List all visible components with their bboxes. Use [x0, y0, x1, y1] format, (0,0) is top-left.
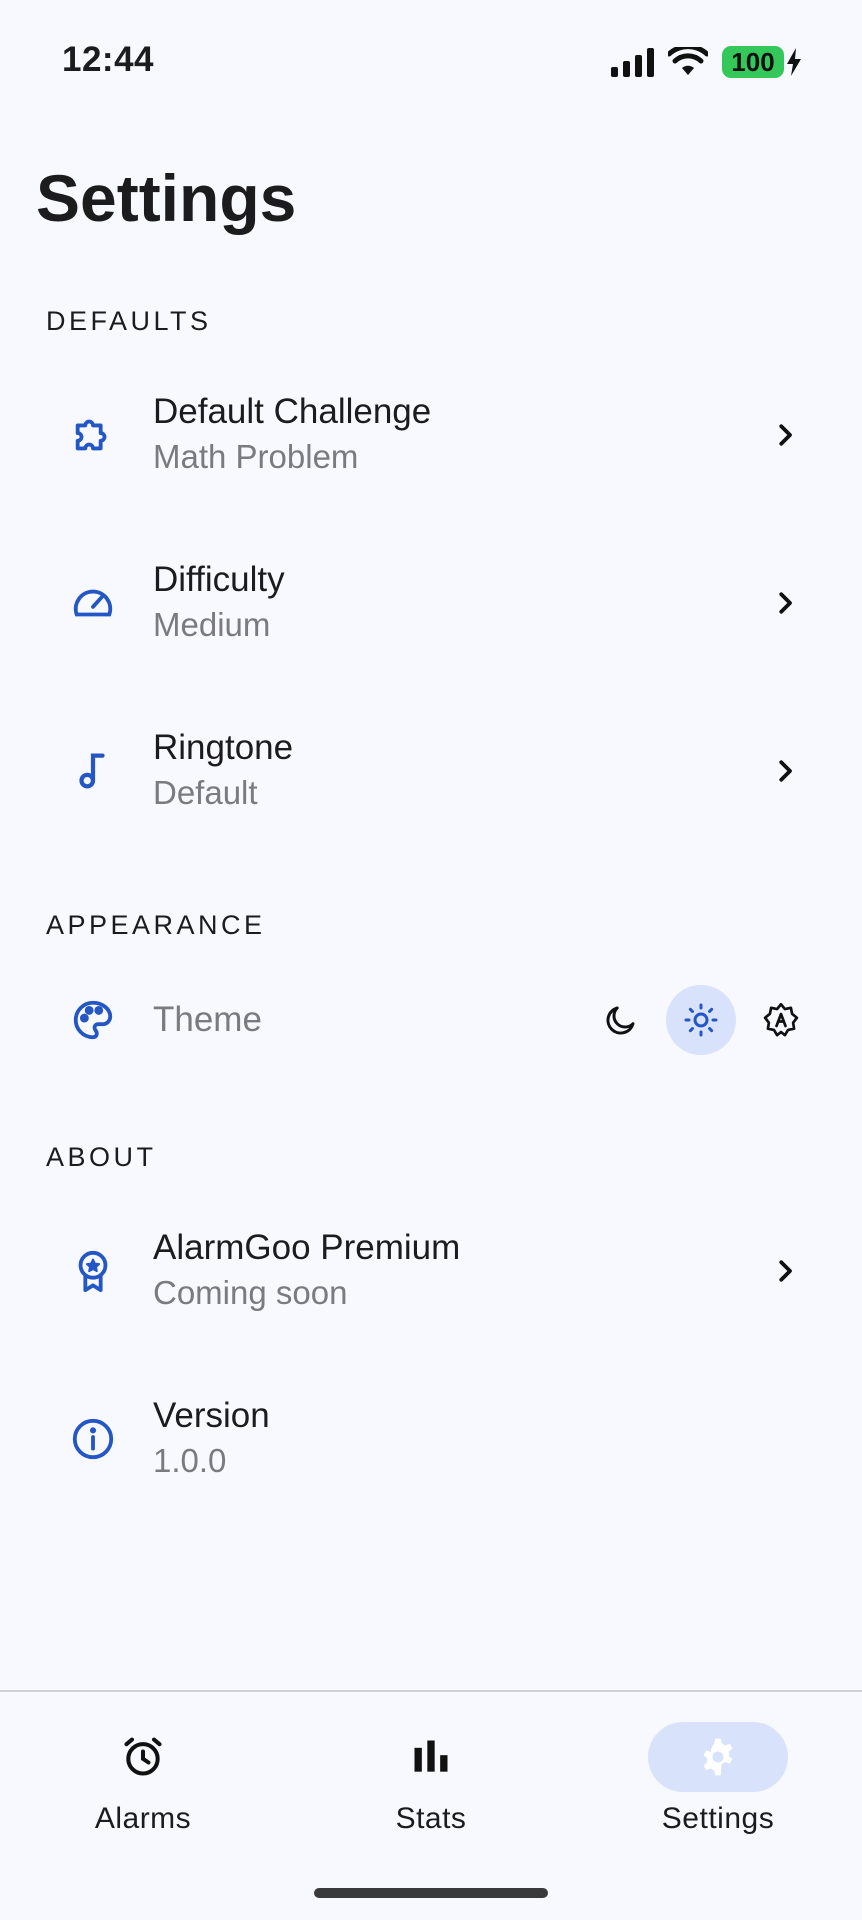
page-title: Settings [36, 161, 297, 235]
speedometer-icon [70, 580, 116, 626]
moon-icon [606, 1006, 635, 1035]
chevron-right-icon [770, 1256, 800, 1286]
row-title: Ringtone [153, 728, 294, 767]
battery-level: 100 [722, 46, 784, 78]
chevron-right-icon [770, 756, 800, 786]
row-text: Difficulty Medium [153, 558, 285, 648]
wifi-icon [668, 47, 708, 75]
row-subtitle: Default [153, 774, 258, 811]
row-text: AlarmGoo Premium Coming soon [153, 1226, 460, 1316]
chevron-right-icon [770, 420, 800, 450]
section-header-about: ABOUT [46, 1142, 157, 1172]
cellular-signal-icon [611, 47, 654, 77]
default-challenge-row[interactable]: Default Challenge Math Problem [46, 360, 816, 510]
row-text: Default Challenge Math Problem [153, 390, 431, 480]
row-subtitle: Medium [153, 606, 271, 643]
gear-icon [703, 1738, 733, 1776]
row-title: Difficulty [153, 560, 285, 599]
status-bar: 12:44 100 [0, 0, 862, 130]
nav-item-settings[interactable]: Settings [618, 1722, 818, 1836]
row-text: Ringtone Default [153, 726, 293, 816]
bottom-navigation: Alarms Stats Settings [0, 1690, 862, 1920]
theme-row: Theme [46, 945, 816, 1095]
row-title: Default Challenge [153, 392, 432, 431]
info-icon [70, 1416, 116, 1462]
row-title: AlarmGoo Premium [153, 1228, 461, 1267]
difficulty-row[interactable]: Difficulty Medium [46, 528, 816, 678]
chevron-right-icon [770, 588, 800, 618]
status-icons: 100 [611, 46, 802, 78]
battery-icon: 100 [722, 46, 802, 78]
charging-bolt-icon [787, 48, 801, 76]
auto-theme-button[interactable] [746, 985, 816, 1055]
light-theme-button[interactable] [666, 985, 736, 1055]
nav-label: Settings [661, 1802, 775, 1835]
home-indicator[interactable] [314, 1888, 548, 1898]
premium-row[interactable]: AlarmGoo Premium Coming soon [46, 1196, 816, 1346]
status-time: 12:44 [62, 40, 155, 79]
nav-label: Alarms [94, 1802, 192, 1835]
settings-screen: 12:44 100 Settings DEFAULTS Default Chal… [0, 0, 862, 1920]
nav-item-stats[interactable]: Stats [331, 1722, 531, 1836]
nav-pill [73, 1722, 213, 1792]
row-title: Version [153, 1396, 270, 1435]
nav-pill [361, 1722, 501, 1792]
music-note-icon [70, 748, 116, 794]
section-header-defaults: DEFAULTS [46, 306, 212, 336]
version-row: Version 1.0.0 [46, 1364, 816, 1514]
row-subtitle: Math Problem [153, 438, 359, 475]
nav-item-alarms[interactable]: Alarms [43, 1722, 243, 1836]
nav-label: Stats [395, 1802, 467, 1835]
auto-brightness-icon [763, 1002, 799, 1037]
row-subtitle: 1.0.0 [153, 1442, 227, 1479]
row-subtitle: Coming soon [153, 1274, 348, 1311]
award-badge-icon [70, 1248, 116, 1294]
dark-theme-button[interactable] [586, 985, 656, 1055]
nav-pill-active [648, 1722, 788, 1792]
theme-selector [586, 985, 816, 1055]
bar-chart-icon [414, 1740, 448, 1772]
sun-icon [684, 1003, 718, 1037]
theme-label: Theme [153, 1000, 262, 1039]
alarm-clock-icon [124, 1737, 162, 1776]
ringtone-row[interactable]: Ringtone Default [46, 696, 816, 846]
row-text: Version 1.0.0 [153, 1394, 270, 1484]
puzzle-icon [70, 412, 116, 458]
palette-icon [70, 997, 116, 1043]
section-header-appearance: APPEARANCE [46, 910, 266, 940]
